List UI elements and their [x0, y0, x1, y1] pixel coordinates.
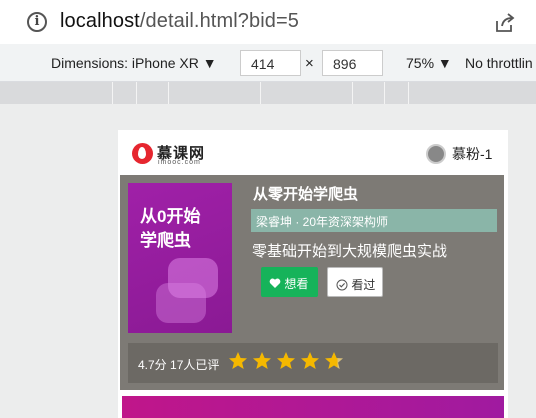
device-toolbar: Dimensions: iPhone XR ▼ 414 × 896 75% ▼ … — [0, 44, 536, 82]
avatar[interactable] — [426, 144, 446, 164]
ruler-divider — [260, 82, 261, 104]
media-query-ruler[interactable] — [0, 82, 536, 104]
ruler-divider — [136, 82, 137, 104]
book-title: 从零开始学爬虫 — [253, 186, 359, 203]
username[interactable]: 慕粉-1 — [452, 144, 492, 164]
star-icon — [325, 352, 343, 369]
share-icon[interactable] — [494, 12, 516, 34]
want-label: 想看 — [284, 277, 309, 291]
ruler-divider — [384, 82, 385, 104]
ruler-divider — [352, 82, 353, 104]
heart-icon — [269, 278, 281, 288]
star-icon — [253, 352, 271, 369]
book-detail-panel: 从0开始 学爬虫 从零开始学爬虫 梁睿坤 · 20年资深架构师 零基础开始到大规… — [120, 175, 504, 390]
teacher-line: 梁睿坤 · 20年资深架构师 — [251, 209, 497, 232]
times-sign: × — [305, 55, 314, 72]
ruler-divider — [408, 82, 409, 104]
star-icon — [277, 352, 295, 369]
phone-screen: 慕课网 imooc.com 慕粉-1 从0开始 学爬虫 从零开始学爬虫 梁睿坤 … — [118, 130, 508, 418]
device-select[interactable]: Dimensions: iPhone XR ▼ — [51, 55, 217, 71]
cover-text: 从0开始 学爬虫 — [140, 207, 201, 250]
book-cover: 从0开始 学爬虫 — [128, 183, 232, 333]
ruler-divider — [168, 82, 169, 104]
seen-label: 看过 — [351, 278, 376, 292]
width-input[interactable]: 414 — [240, 50, 301, 76]
throttling-select[interactable]: No throttlin — [465, 55, 533, 71]
browser-address-bar[interactable]: localhost/detail.html?bid=5 — [0, 0, 536, 44]
star-icon — [229, 352, 247, 369]
check-circle-icon — [336, 279, 348, 291]
have-read-button[interactable]: 看过 — [327, 267, 383, 297]
star-icon — [301, 352, 319, 369]
logo-subtext: imooc.com — [158, 159, 201, 166]
want-to-read-button[interactable]: 想看 — [261, 267, 318, 297]
book-subtitle: 零基础开始到大规模爬虫实战 — [252, 243, 448, 260]
imooc-logo-icon[interactable] — [132, 143, 153, 164]
rating-bar: 4.7分 17人已评 — [128, 343, 498, 383]
python-logo-icon — [168, 258, 218, 298]
zoom-select[interactable]: 75% ▼ — [406, 55, 452, 71]
site-header: 慕课网 imooc.com 慕粉-1 — [118, 130, 508, 174]
height-input[interactable]: 896 — [322, 50, 383, 76]
url-host: localhost — [60, 10, 140, 32]
next-section-banner — [122, 396, 504, 418]
ruler-divider — [112, 82, 113, 104]
site-info-icon[interactable] — [27, 12, 47, 32]
url-path: /detail.html?bid=5 — [139, 10, 299, 32]
url-text[interactable]: localhost/detail.html?bid=5 — [60, 10, 299, 33]
rating-text: 4.7分 17人已评 — [138, 358, 220, 372]
